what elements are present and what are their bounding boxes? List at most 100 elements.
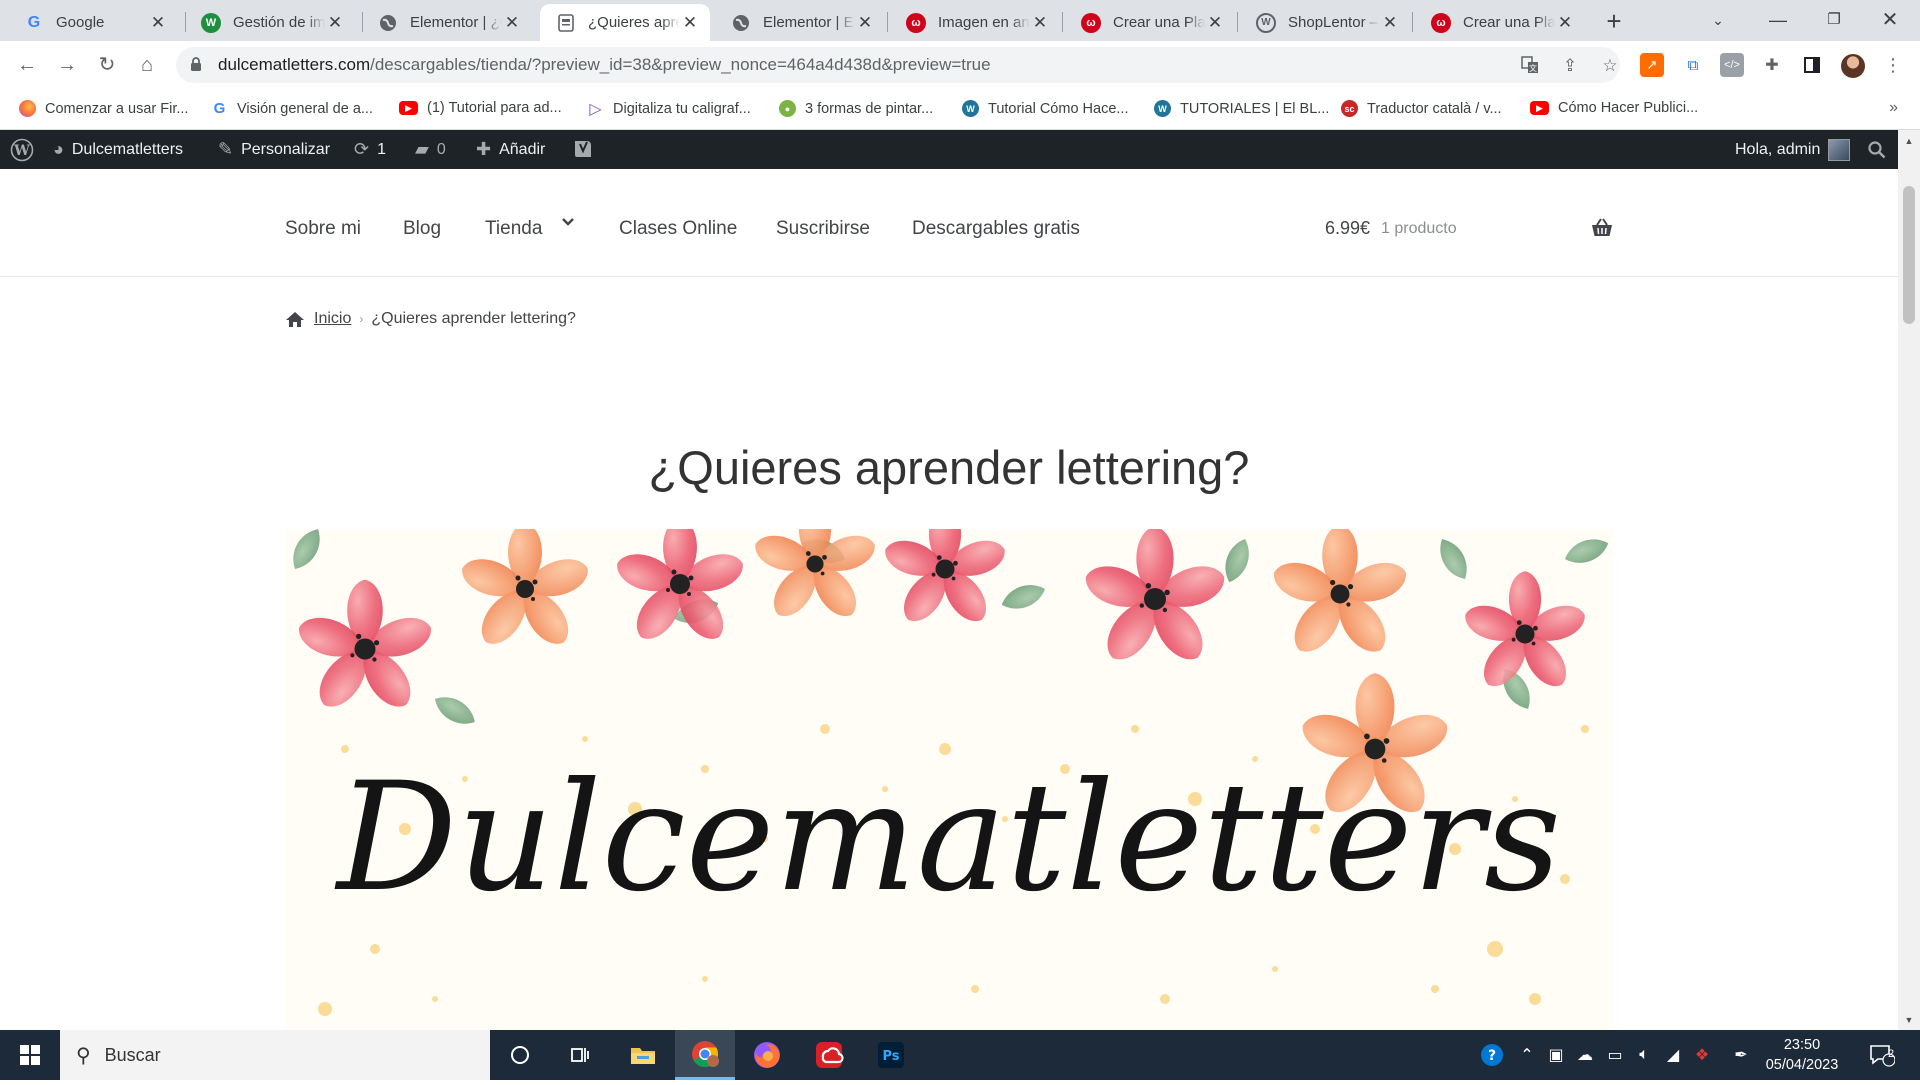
help-icon[interactable]: ? — [1477, 1030, 1507, 1080]
windows-start-icon[interactable] — [0, 1030, 60, 1080]
admin-search-icon[interactable] — [1868, 130, 1886, 169]
nav-sobre-mi[interactable]: Sobre mi — [285, 218, 361, 240]
admin-comments[interactable]: ▰ 0 — [415, 130, 446, 169]
globe-icon — [731, 13, 751, 33]
chrome-icon[interactable] — [675, 1030, 735, 1080]
minimize-button[interactable]: — — [1750, 0, 1806, 41]
bookmark-item[interactable]: ▶ Cómo Hacer Publici... — [1530, 100, 1698, 116]
tab-shoplentor[interactable]: W ShopLentor – WooCommerce ✕ — [1240, 4, 1410, 41]
translate-icon[interactable]: 文 — [1520, 56, 1540, 76]
code-extension-icon[interactable]: </> — [1720, 53, 1744, 77]
notifications-icon[interactable]: 2 — [1862, 1030, 1902, 1080]
bookmark-item[interactable]: W Tutorial Cómo Hace... — [962, 100, 1128, 117]
tab-elementor-2[interactable]: Elementor | Elementor ✕ — [715, 4, 885, 41]
breadcrumb-home-link[interactable]: Inicio — [314, 310, 351, 328]
tab-title: Crear una Plantilla — [1113, 14, 1205, 31]
file-explorer-icon[interactable] — [613, 1030, 673, 1080]
firefox-icon[interactable] — [737, 1030, 797, 1080]
bookmark-item[interactable]: sc Traductor català / v... — [1341, 100, 1502, 117]
bookmark-item[interactable]: W TUTORIALES | El BL... — [1154, 100, 1329, 117]
tab-gestion-imagenes[interactable]: W Gestión de imágenes ✕ — [185, 4, 355, 41]
forward-arrow-icon[interactable]: → — [51, 49, 83, 81]
bookmark-item[interactable]: ▷ Digitaliza tu caligraf... — [587, 100, 750, 118]
cart-count[interactable]: 1 producto — [1381, 220, 1457, 238]
basket-icon[interactable] — [1591, 217, 1613, 239]
task-view-icon[interactable] — [550, 1030, 610, 1080]
admin-add-new[interactable]: ✚ Añadir — [476, 130, 545, 169]
more-bookmarks-icon[interactable]: » — [1889, 99, 1898, 117]
tab-quieres-aprender-lettering[interactable]: ¿Quieres aprender lettering? ✕ — [540, 4, 710, 41]
nav-tienda[interactable]: Tienda — [485, 218, 542, 240]
breadcrumb: Inicio › ¿Quieres aprender lettering? — [285, 310, 576, 328]
home-icon[interactable]: ⌂ — [131, 49, 163, 81]
yoast-icon[interactable] — [573, 130, 593, 169]
scroll-up-arrow-icon[interactable]: ▲ — [1898, 133, 1920, 149]
nav-descargables-gratis[interactable]: Descargables gratis — [912, 218, 1080, 240]
close-icon[interactable]: ✕ — [1380, 13, 1400, 33]
side-panel-icon[interactable] — [1800, 53, 1824, 77]
network-icon[interactable]: ◢ — [1660, 1030, 1686, 1080]
admin-customize[interactable]: ✎ Personalizar — [218, 130, 330, 169]
tab-title: Elementor | ¿Quieres — [410, 14, 502, 31]
tab-crear-plantilla-1[interactable]: ω Crear una Plantilla ✕ — [1065, 4, 1235, 41]
browser-menu-icon[interactable]: ⋮ — [1877, 49, 1909, 81]
url-path: /descargables/tienda/?preview_id=38&prev… — [370, 55, 991, 74]
cortana-icon[interactable] — [490, 1030, 550, 1080]
chevron-down-icon[interactable] — [560, 214, 576, 235]
chevron-up-icon[interactable]: ⌃ — [1514, 1030, 1540, 1080]
address-bar[interactable]: dulcematletters.com/descargables/tienda/… — [176, 47, 1620, 83]
restore-button[interactable]: ❐ — [1806, 0, 1862, 41]
photoshop-icon[interactable]: Ps — [861, 1030, 921, 1080]
volume-icon[interactable]: 🔈︎ — [1631, 1030, 1657, 1080]
battery-icon[interactable]: ▭ — [1601, 1030, 1629, 1080]
scrollbar-thumb[interactable] — [1903, 186, 1915, 324]
close-icon[interactable]: ✕ — [1030, 13, 1050, 33]
bookmark-star-icon[interactable]: ☆ — [1600, 56, 1620, 76]
close-icon[interactable]: ✕ — [855, 13, 875, 33]
nav-suscribirse[interactable]: Suscribirse — [776, 218, 870, 240]
tab-crear-plantilla-2[interactable]: ω Crear una Plantilla ✕ — [1415, 4, 1585, 41]
bookmark-item[interactable]: ▶ (1) Tutorial para ad... — [399, 100, 562, 116]
nav-blog[interactable]: Blog — [403, 218, 441, 240]
nav-clases-online[interactable]: Clases Online — [619, 218, 737, 240]
bookmark-item[interactable]: Comenzar a usar Fir... — [19, 100, 188, 117]
bookmark-item[interactable]: G Visión general de a... — [211, 100, 373, 117]
tab-imagen-ancho[interactable]: ω Imagen en ancho ✕ — [890, 4, 1060, 41]
creative-cloud-icon[interactable] — [799, 1030, 859, 1080]
back-arrow-icon[interactable]: ← — [11, 49, 43, 81]
device-icon[interactable]: ▣ — [1543, 1030, 1569, 1080]
home-icon[interactable] — [285, 311, 305, 328]
pen-icon[interactable]: ✒ — [1727, 1030, 1755, 1080]
window-close-button[interactable]: ✕ — [1862, 0, 1918, 41]
scroll-down-arrow-icon[interactable]: ▼ — [1898, 1012, 1920, 1028]
system-clock[interactable]: 23:50 05/04/2023 — [1760, 1035, 1844, 1075]
tab-elementor-1[interactable]: Elementor | ¿Quieres ✕ — [362, 4, 532, 41]
customize-label: Personalizar — [241, 140, 331, 158]
dropbox-icon[interactable]: ❖ — [1689, 1030, 1715, 1080]
tab-search-chevron-icon[interactable]: ⌄ — [1690, 0, 1746, 41]
close-icon[interactable]: ✕ — [148, 13, 168, 33]
close-icon[interactable]: ✕ — [325, 13, 345, 33]
extensions-puzzle-icon[interactable]: ✚ — [1760, 53, 1784, 77]
bookmark-item[interactable]: ● 3 formas de pintar... — [779, 100, 933, 117]
close-icon[interactable]: ✕ — [1205, 13, 1225, 33]
admin-account[interactable]: Hola, admin — [1735, 130, 1851, 169]
close-icon[interactable]: ✕ — [680, 13, 700, 33]
admin-updates[interactable]: ⟳ 1 — [354, 130, 386, 169]
taskbar-search-box[interactable]: ⚲ Buscar — [60, 1030, 490, 1080]
admin-site-name[interactable]: ◕ Dulcematletters — [53, 130, 183, 169]
tab-google[interactable]: G Google ✕ — [8, 4, 178, 41]
google-icon: G — [213, 100, 226, 117]
reload-icon[interactable]: ↻ — [91, 49, 123, 81]
new-tab-button[interactable]: + — [1598, 6, 1630, 38]
cart-amount[interactable]: 6.99€ — [1325, 218, 1370, 239]
wordpress-logo-icon[interactable]: W — [10, 130, 34, 169]
close-icon[interactable]: ✕ — [502, 13, 522, 33]
url-text: dulcematletters.com/descargables/tienda/… — [218, 55, 991, 75]
onedrive-cloud-icon[interactable]: ☁ — [1571, 1030, 1599, 1080]
screen-extension-icon[interactable]: ⧉ — [1681, 53, 1705, 77]
close-icon[interactable]: ✕ — [1555, 13, 1575, 33]
chart-extension-icon[interactable]: ↗ — [1640, 53, 1664, 77]
share-icon[interactable]: ⇪ — [1560, 56, 1580, 76]
profile-avatar[interactable] — [1841, 54, 1865, 78]
